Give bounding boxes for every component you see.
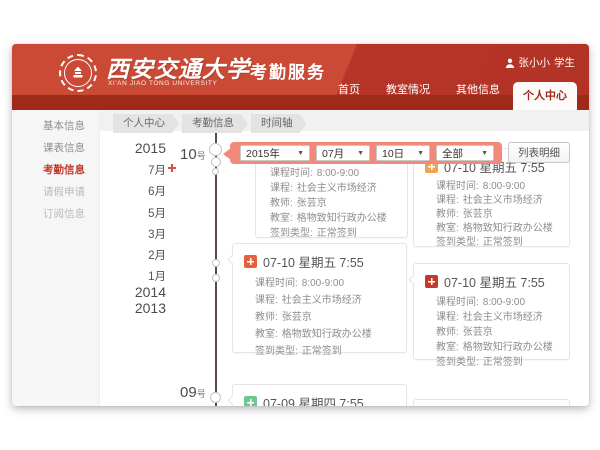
attendance-card[interactable]: 07-09 星期四 7:55 bbox=[232, 384, 407, 406]
timeline-node bbox=[211, 157, 221, 167]
timeline-month-6[interactable]: 6月 bbox=[100, 183, 166, 199]
university-logo-icon bbox=[59, 54, 97, 92]
sidebar-item-attendance[interactable]: 考勤信息 bbox=[12, 159, 99, 181]
attendance-card[interactable]: 07-10 星期五 7:55 课程时间:8:00-9:00 课程:社会主义市场经… bbox=[232, 243, 407, 353]
dropdown-arrow-icon: ▼ bbox=[297, 150, 304, 157]
day-select[interactable]: 10日 ▼ bbox=[376, 145, 430, 161]
timeline-month-7[interactable]: 7月 bbox=[100, 162, 166, 178]
university-name-cn: 西安交通大学 bbox=[106, 50, 250, 84]
breadcrumb-attendance[interactable]: 考勤信息 bbox=[182, 114, 248, 133]
attendance-card[interactable] bbox=[413, 399, 570, 406]
calendar-icon bbox=[244, 255, 257, 268]
university-name-en: XI'AN JIAO TONG UNIVERSITY bbox=[108, 80, 217, 87]
timeline-node bbox=[212, 274, 220, 282]
user-name: 张小小 bbox=[519, 55, 551, 70]
app-window: 西安交通大学 XI'AN JIAO TONG UNIVERSITY 考勤服务 张… bbox=[12, 44, 589, 406]
main-nav: 首页 教室情况 其他信息 个人中心 bbox=[325, 81, 577, 110]
year-select[interactable]: 2015年 ▼ bbox=[240, 145, 310, 161]
sidebar: 基本信息 课表信息 考勤信息 请假申请 订阅信息 bbox=[12, 110, 100, 406]
timeline-month-2[interactable]: 2月 bbox=[100, 247, 166, 263]
day-marker-10: 10号 bbox=[180, 146, 206, 163]
nav-other-info[interactable]: 其他信息 bbox=[443, 81, 513, 110]
dropdown-arrow-icon: ▼ bbox=[357, 150, 364, 157]
current-month-marker-icon bbox=[168, 164, 176, 172]
timeline-month-5[interactable]: 5月 bbox=[100, 205, 166, 221]
nav-personal-center[interactable]: 个人中心 bbox=[513, 82, 577, 110]
list-detail-button[interactable]: 列表明细 bbox=[508, 142, 570, 163]
timeline-year-2014[interactable]: 2014 bbox=[100, 284, 166, 300]
breadcrumb-timeline[interactable]: 时间轴 bbox=[251, 114, 307, 133]
timeline-year-2015[interactable]: 2015 bbox=[100, 140, 166, 156]
university-emblem-icon bbox=[64, 59, 92, 87]
timeline-month-1[interactable]: 1月 bbox=[100, 268, 166, 284]
timeline-node bbox=[209, 143, 222, 156]
dropdown-arrow-icon: ▼ bbox=[417, 150, 424, 157]
dropdown-arrow-icon: ▼ bbox=[481, 150, 488, 157]
timeline-year-2013[interactable]: 2013 bbox=[100, 300, 166, 316]
month-select[interactable]: 07月 ▼ bbox=[316, 145, 370, 161]
app-title: 考勤服务 bbox=[250, 58, 326, 83]
calendar-icon bbox=[244, 396, 257, 406]
timeline-node bbox=[212, 259, 220, 267]
page-background: 西安交通大学 XI'AN JIAO TONG UNIVERSITY 考勤服务 张… bbox=[0, 0, 600, 450]
user-role: 学生 bbox=[554, 55, 575, 70]
sidebar-item-subscriptions[interactable]: 订阅信息 bbox=[12, 203, 99, 225]
breadcrumb-personal-center[interactable]: 个人中心 bbox=[113, 114, 179, 133]
seal-icon bbox=[425, 275, 438, 288]
user-menu[interactable]: 张小小 学生 bbox=[505, 55, 576, 70]
sidebar-item-basic-info[interactable]: 基本信息 bbox=[12, 115, 99, 137]
nav-home[interactable]: 首页 bbox=[325, 81, 373, 110]
breadcrumb: 个人中心 考勤信息 时间轴 bbox=[113, 114, 307, 133]
type-select[interactable]: 全部 ▼ bbox=[436, 145, 494, 161]
app-header: 西安交通大学 XI'AN JIAO TONG UNIVERSITY 考勤服务 张… bbox=[12, 44, 589, 110]
user-icon bbox=[505, 58, 515, 68]
sidebar-item-leave-request[interactable]: 请假申请 bbox=[12, 181, 99, 203]
timeline-node bbox=[212, 168, 219, 175]
day-marker-09: 09号 bbox=[180, 384, 206, 401]
sidebar-item-schedule[interactable]: 课表信息 bbox=[12, 137, 99, 159]
attendance-card[interactable]: 07-10 星期五 7:55 课程时间:8:00-9:00 课程:社会主义市场经… bbox=[413, 263, 570, 360]
timeline-month-3[interactable]: 3月 bbox=[100, 226, 166, 242]
timeline-node bbox=[210, 392, 221, 403]
nav-classrooms[interactable]: 教室情况 bbox=[373, 81, 443, 110]
